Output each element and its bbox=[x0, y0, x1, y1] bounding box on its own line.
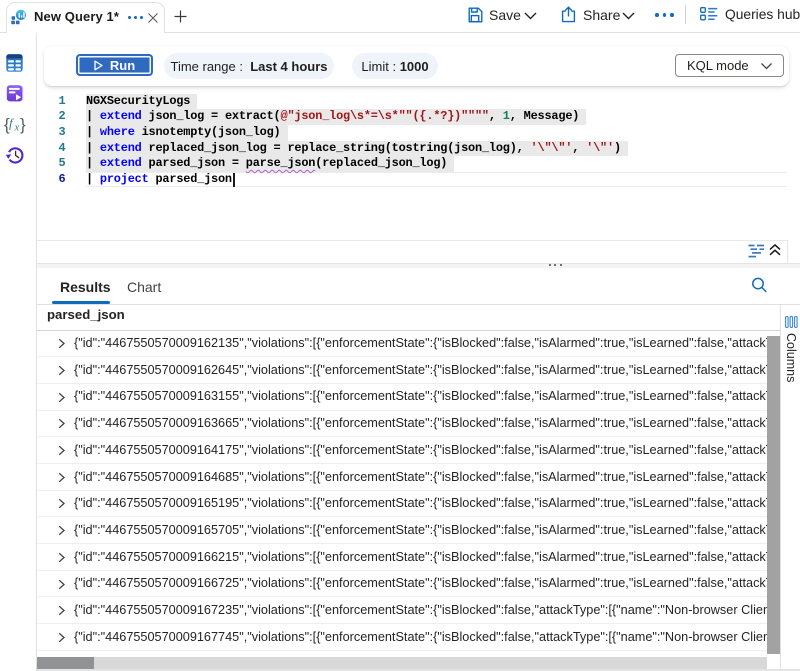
svg-text:}: } bbox=[20, 115, 26, 134]
svg-text:x: x bbox=[14, 123, 20, 134]
